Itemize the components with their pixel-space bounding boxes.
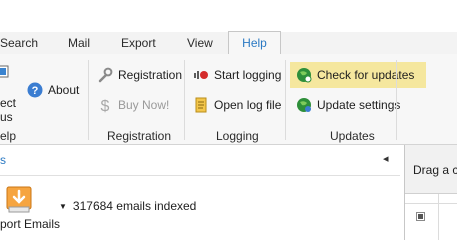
collapse-pane-arrow-icon[interactable]: ◂	[383, 152, 389, 165]
wrench-icon	[97, 67, 113, 83]
indexed-count-label: 317684 emails indexed	[72, 199, 197, 213]
buy-now-button[interactable]: $ Buy Now!	[97, 94, 170, 116]
group-separator	[285, 60, 286, 140]
connect-status-label-line1: ect	[0, 96, 17, 110]
drag-column-hint: Drag a co	[413, 163, 457, 177]
buy-now-label: Buy Now!	[118, 98, 170, 112]
left-pane-header: s ◂	[0, 145, 400, 175]
tab-export[interactable]: Export	[121, 32, 156, 54]
tab-mail[interactable]: Mail	[68, 32, 90, 54]
svg-text:$: $	[101, 98, 110, 113]
svg-text:?: ?	[32, 85, 39, 97]
tab-help[interactable]: Help	[228, 31, 281, 55]
update-settings-label: Update settings	[317, 98, 401, 112]
globe-update-icon	[296, 67, 312, 83]
export-emails-icon[interactable]	[6, 186, 32, 214]
connect-status-button[interactable]: ect us	[0, 96, 16, 124]
group-separator	[88, 60, 89, 140]
log-file-icon	[193, 97, 209, 113]
logging-group-label: Logging	[216, 129, 259, 143]
connect-status-label-line2: us	[0, 110, 13, 124]
group-by-drag-area[interactable]: Drag a co	[405, 145, 457, 194]
start-logging-button[interactable]: Start logging	[193, 64, 281, 86]
pane-title-partial: s	[0, 153, 6, 167]
about-label: About	[48, 83, 80, 97]
updates-group-label: Updates	[330, 129, 375, 143]
help-group-label: elp	[0, 129, 17, 143]
grid-divider	[405, 203, 457, 204]
check-for-updates-label: Check for updates	[317, 68, 415, 82]
tab-search[interactable]: Search	[0, 32, 38, 54]
help-circle-icon: ?	[27, 82, 43, 98]
about-button[interactable]: ? About	[27, 79, 79, 101]
group-separator	[396, 60, 397, 140]
index-status: ▼ 317684 emails indexed	[59, 199, 196, 213]
open-log-file-button[interactable]: Open log file	[193, 94, 281, 116]
update-settings-button[interactable]: Update settings	[296, 94, 400, 116]
results-grid-panel: Drag a co	[404, 145, 457, 240]
globe-settings-icon	[296, 97, 312, 113]
open-log-file-label: Open log file	[214, 98, 282, 112]
left-pane-content: port Emails ▼ 317684 emails indexed	[0, 175, 400, 241]
caret-down-icon: ▼	[59, 201, 67, 211]
grid-column-line	[438, 194, 439, 240]
check-for-updates-button[interactable]: Check for updates	[290, 62, 426, 88]
group-separator	[184, 60, 185, 140]
row-checkbox[interactable]	[416, 212, 425, 221]
ribbon-panel: ect us ? About elp Registration $ Buy No…	[0, 54, 457, 145]
registration-label: Registration	[118, 68, 183, 82]
registration-group-label: Registration	[107, 129, 172, 143]
record-icon	[193, 67, 209, 83]
dollar-icon: $	[97, 97, 113, 113]
tab-view[interactable]: View	[187, 32, 213, 54]
start-logging-label: Start logging	[214, 68, 282, 82]
connect-status-icon[interactable]	[0, 64, 16, 92]
registration-button[interactable]: Registration	[97, 64, 182, 86]
export-emails-label[interactable]: port Emails	[0, 217, 60, 231]
